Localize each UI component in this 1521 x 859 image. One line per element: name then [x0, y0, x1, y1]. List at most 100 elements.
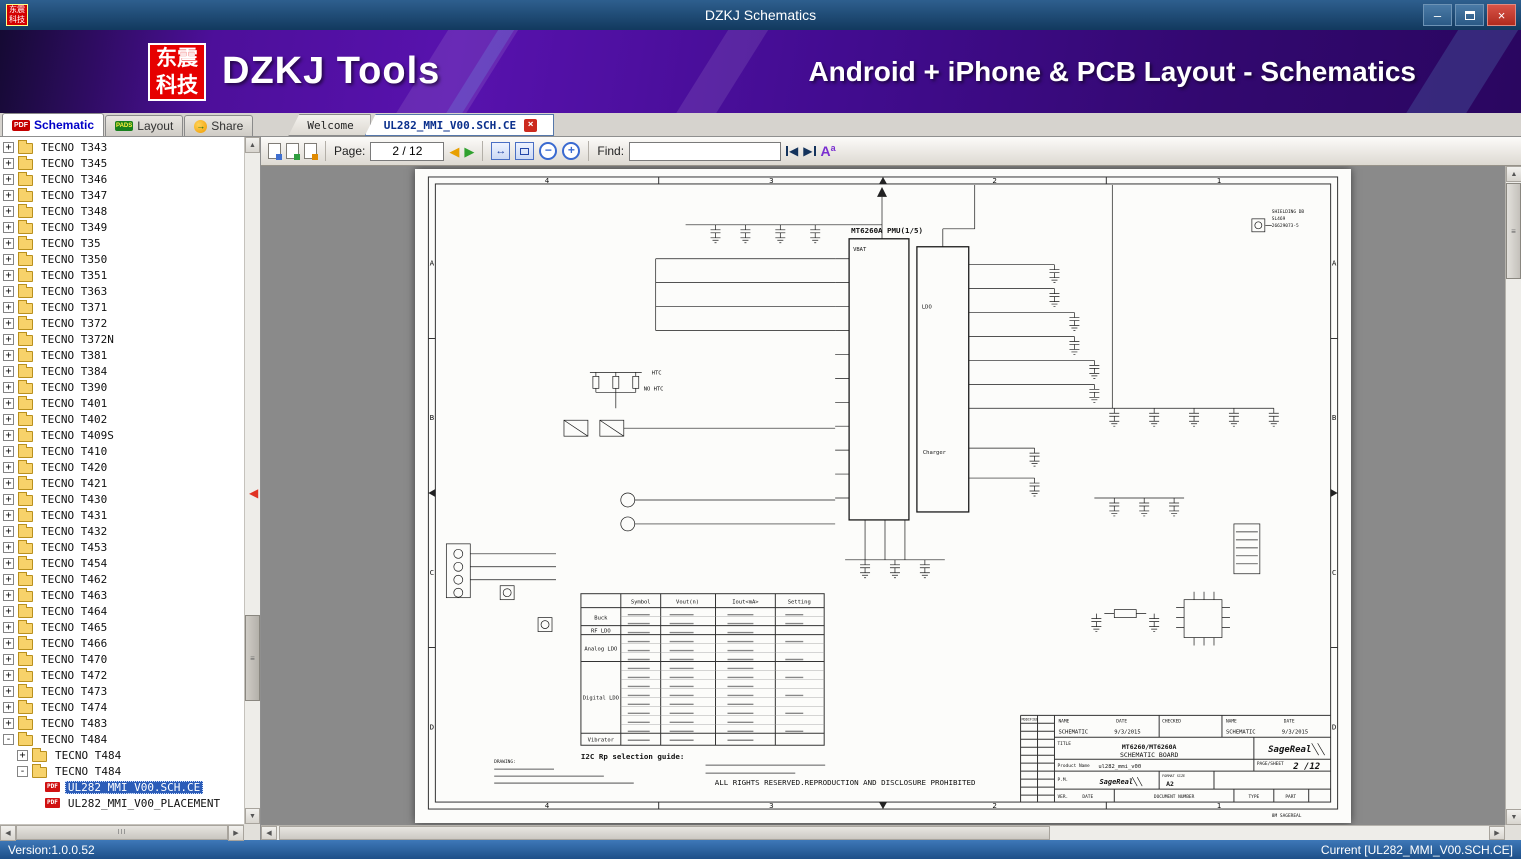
tree-item-folder[interactable]: + TECNO T349 — [0, 219, 244, 235]
tree-item-label[interactable]: TECNO T348 — [38, 205, 110, 218]
tab-share[interactable]: → Share — [184, 115, 254, 136]
tree-item-folder[interactable]: + TECNO T351 — [0, 267, 244, 283]
doc-tab-current[interactable]: UL282_MMI_V00.SCH.CE × — [364, 114, 555, 136]
tree-item-label[interactable]: TECNO T347 — [38, 189, 110, 202]
tree-item-label[interactable]: TECNO T454 — [38, 557, 110, 570]
expand-icon[interactable]: + — [3, 509, 14, 521]
expand-icon[interactable]: + — [3, 589, 14, 601]
tree-scrollbar-thumb[interactable]: ≡ — [245, 615, 260, 701]
collapse-icon[interactable]: - — [17, 765, 28, 777]
tree-item-folder[interactable]: + TECNO T421 — [0, 475, 244, 491]
tree-item-folder[interactable]: + TECNO T35 — [0, 235, 244, 251]
tree-item-folder[interactable]: + TECNO T463 — [0, 587, 244, 603]
tree-item-file[interactable]: PDF UL282_MMI_V00_PLACEMENT — [0, 795, 244, 811]
tree-item-label[interactable]: TECNO T372N — [38, 333, 117, 346]
tree-item-label[interactable]: TECNO T484 — [38, 733, 110, 746]
scroll-right-icon[interactable]: ▶ — [228, 825, 244, 841]
expand-icon[interactable]: + — [3, 173, 14, 185]
tree-item-folder[interactable]: + TECNO T473 — [0, 683, 244, 699]
tree-item-folder[interactable]: + TECNO T346 — [0, 171, 244, 187]
tree-item-label[interactable]: TECNO T473 — [38, 685, 110, 698]
page-number-input[interactable] — [370, 141, 445, 161]
tree-item-folder[interactable]: + TECNO T372N — [0, 331, 244, 347]
expand-icon[interactable]: + — [3, 205, 14, 217]
expand-icon[interactable]: + — [3, 397, 14, 409]
expand-icon[interactable]: + — [3, 333, 14, 345]
maximize-button[interactable] — [1455, 4, 1484, 26]
scroll-up-icon[interactable]: ▲ — [245, 137, 260, 153]
tree-item-label[interactable]: TECNO T371 — [38, 301, 110, 314]
tree-item-label[interactable]: TECNO T474 — [38, 701, 110, 714]
tree-item-label[interactable]: TECNO T349 — [38, 221, 110, 234]
tree-item-folder[interactable]: - TECNO T484 — [0, 763, 244, 779]
find-input[interactable] — [629, 141, 782, 161]
tree-item-label[interactable]: TECNO T484 — [52, 749, 124, 762]
tree-item-file[interactable]: PDF UL282_MMI_V00.SCH.CE — [0, 779, 244, 795]
tree-item-label[interactable]: UL282_MMI_V00_PLACEMENT — [65, 797, 223, 810]
tree-item-folder[interactable]: + TECNO T465 — [0, 619, 244, 635]
tree-item-folder[interactable]: + TECNO T454 — [0, 555, 244, 571]
expand-icon[interactable]: + — [3, 301, 14, 313]
tree-item-folder[interactable]: + TECNO T420 — [0, 459, 244, 475]
expand-icon[interactable]: + — [3, 685, 14, 697]
tree-item-label[interactable]: TECNO T472 — [38, 669, 110, 682]
tree-item-folder[interactable]: + TECNO T345 — [0, 155, 244, 171]
tree-item-folder[interactable]: + TECNO T384 — [0, 363, 244, 379]
tree-item-label[interactable]: TECNO T409S — [38, 429, 117, 442]
expand-icon[interactable]: + — [3, 381, 14, 393]
expand-icon[interactable]: + — [3, 285, 14, 297]
expand-icon[interactable]: + — [3, 669, 14, 681]
tree-item-folder[interactable]: + TECNO T430 — [0, 491, 244, 507]
tree-item-folder[interactable]: + TECNO T453 — [0, 539, 244, 555]
tree-item-label[interactable]: TECNO T346 — [38, 173, 110, 186]
tree-item-label[interactable]: TECNO T466 — [38, 637, 110, 650]
tree-item-label[interactable]: TECNO T35 — [38, 237, 104, 250]
expand-icon[interactable]: + — [3, 221, 14, 233]
tree-item-folder[interactable]: + TECNO T350 — [0, 251, 244, 267]
tree-item-label[interactable]: TECNO T350 — [38, 253, 110, 266]
tree-item-label[interactable]: TECNO T420 — [38, 461, 110, 474]
tree-item-label[interactable]: TECNO T464 — [38, 605, 110, 618]
doc-tab-welcome[interactable]: Welcome — [288, 114, 371, 136]
tree-hscroll-thumb[interactable]: III — [16, 825, 228, 840]
tab-schematic[interactable]: PDF Schematic — [2, 113, 105, 136]
expand-icon[interactable]: + — [3, 573, 14, 585]
tree-item-folder[interactable]: + TECNO T347 — [0, 187, 244, 203]
find-next-icon[interactable]: ▶ — [803, 144, 816, 158]
tree-item-label[interactable]: TECNO T363 — [38, 285, 110, 298]
expand-icon[interactable]: + — [3, 365, 14, 377]
find-previous-icon[interactable]: ◀ — [786, 144, 798, 158]
expand-icon[interactable]: + — [3, 349, 14, 361]
scroll-down-icon[interactable]: ▼ — [245, 808, 260, 824]
next-page-icon[interactable]: ▶ — [464, 145, 474, 158]
expand-icon[interactable]: + — [3, 141, 14, 153]
tree-item-folder[interactable]: + TECNO T381 — [0, 347, 244, 363]
tree-item-folder[interactable]: + TECNO T432 — [0, 523, 244, 539]
expand-icon[interactable]: + — [3, 493, 14, 505]
tree-item-label[interactable]: TECNO T351 — [38, 269, 110, 282]
tree-item-folder[interactable]: + TECNO T348 — [0, 203, 244, 219]
tree-item-folder[interactable]: + TECNO T390 — [0, 379, 244, 395]
tree-item-label[interactable]: TECNO T431 — [38, 509, 110, 522]
hscroll-thumb[interactable] — [279, 826, 1051, 840]
tree-item-label[interactable]: TECNO T462 — [38, 573, 110, 586]
expand-icon[interactable]: + — [3, 605, 14, 617]
close-button[interactable]: × — [1487, 4, 1516, 26]
close-tab-icon[interactable]: × — [524, 118, 538, 132]
splitter-collapse-icon[interactable]: ◀ — [249, 487, 258, 499]
tree-item-label[interactable]: TECNO T390 — [38, 381, 110, 394]
expand-icon[interactable]: + — [3, 637, 14, 649]
expand-icon[interactable]: + — [3, 413, 14, 425]
tree-item-label[interactable]: TECNO T432 — [38, 525, 110, 538]
tree-item-folder[interactable]: + TECNO T363 — [0, 283, 244, 299]
fit-width-icon[interactable]: ↔ — [491, 142, 511, 160]
horizontal-scrollbar[interactable]: ◀ ▶ — [261, 825, 1505, 840]
tree-item-label[interactable]: TECNO T483 — [38, 717, 110, 730]
tree-item-folder[interactable]: + TECNO T464 — [0, 603, 244, 619]
tree-item-label[interactable]: TECNO T372 — [38, 317, 110, 330]
expand-icon[interactable]: + — [3, 237, 14, 249]
tree-item-label[interactable]: TECNO T402 — [38, 413, 110, 426]
tree-item-label[interactable]: TECNO T343 — [38, 141, 110, 154]
tree-item-folder[interactable]: + TECNO T372 — [0, 315, 244, 331]
scrollbar-thumb[interactable]: ≡ — [1506, 183, 1521, 279]
